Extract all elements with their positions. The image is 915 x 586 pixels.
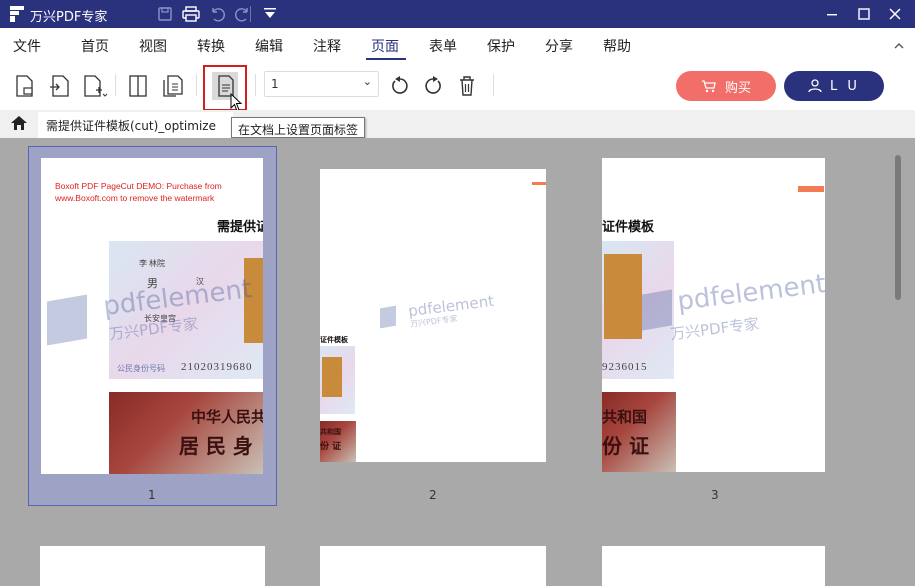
replace-page-icon[interactable] (160, 72, 186, 100)
id-number: 9236015 (602, 361, 648, 373)
id-number: 21020319680 (181, 361, 253, 373)
page-number-3: 3 (711, 488, 719, 502)
save-icon[interactable] (155, 4, 175, 24)
demo-line-2: www.Boxoft.com to remove the watermark (55, 193, 215, 203)
portrait-image (604, 254, 642, 339)
menu-bar: 文件 首页 视图 转换 编辑 注释 页面 表单 保护 分享 帮助 (0, 28, 915, 62)
extract-page-icon[interactable] (46, 72, 72, 100)
watermark-logo-icon (642, 289, 672, 331)
minimize-icon[interactable] (820, 3, 844, 25)
page-select-value: 1 (271, 77, 279, 91)
doc-heading: 需提供证 (217, 220, 263, 235)
page-thumbnail-1[interactable]: Boxoft PDF PageCut DEMO: Purchase from w… (41, 158, 263, 474)
user-account-button[interactable]: L U (784, 71, 884, 101)
orange-tag (798, 186, 824, 192)
chevron-down-icon: ⌄ (362, 75, 372, 88)
print-icon[interactable] (181, 4, 201, 24)
demo-line-1: Boxoft PDF PageCut DEMO: Purchase from (55, 181, 222, 191)
split-page-icon[interactable] (125, 72, 151, 100)
app-logo-icon (10, 6, 24, 22)
id-back-line-1: 中华人民共 (191, 408, 263, 426)
id-name: 李 林院 (139, 259, 165, 268)
document-tab-row: 需提供证件模板(cut)_optimize (0, 110, 915, 138)
rotate-right-icon[interactable] (420, 72, 446, 100)
id-back-line-1: 共和国 (602, 408, 648, 426)
id-back-line-2: 份 证 (602, 434, 649, 458)
title-bar: 万兴PDF专家 (0, 0, 915, 28)
watermark-brand: pdfelement (675, 269, 825, 317)
app-title: 万兴PDF专家 (30, 10, 108, 25)
page-thumbnail-6[interactable] (602, 546, 825, 586)
page-thumbnail-3[interactable]: 证件模板 9236015 pdfelement 万兴PDF专家 共和国 份 证 (602, 158, 825, 472)
buy-label: 购买 (724, 80, 751, 96)
active-menu-underline (366, 58, 406, 60)
menu-form[interactable]: 表单 (429, 36, 457, 56)
maximize-icon[interactable] (852, 3, 876, 25)
quick-access-dropdown-icon[interactable] (262, 5, 278, 23)
insert-page-icon[interactable] (12, 72, 38, 100)
page-number-select[interactable]: 1 ⌄ (264, 71, 379, 97)
doc-heading: 证件模板 (602, 220, 655, 235)
menu-comment[interactable]: 注释 (313, 36, 341, 56)
demo-watermark-text: Boxoft PDF PageCut DEMO: Purchase from w… (55, 180, 222, 204)
undo-icon[interactable] (207, 4, 227, 24)
delete-page-icon[interactable] (454, 72, 480, 100)
user-icon (808, 79, 822, 93)
user-label: L U (830, 78, 860, 94)
watermark-logo-icon (47, 294, 87, 346)
portrait-small-image (322, 357, 342, 397)
doc-heading-small: 证件模板 (320, 336, 348, 344)
add-page-icon[interactable] (82, 72, 108, 100)
orange-tag (532, 182, 546, 185)
menu-protect[interactable]: 保护 (487, 36, 515, 56)
watermark-cn: 万兴PDF专家 (669, 314, 761, 344)
menu-help[interactable]: 帮助 (603, 36, 631, 56)
menu-page[interactable]: 页面 (371, 36, 399, 56)
close-icon[interactable] (883, 3, 907, 25)
menu-convert[interactable]: 转换 (197, 36, 225, 56)
menu-edit[interactable]: 编辑 (255, 36, 283, 56)
cart-icon (701, 80, 716, 93)
vertical-scrollbar[interactable] (895, 155, 901, 300)
menu-share[interactable]: 分享 (545, 36, 573, 56)
rotate-left-icon[interactable] (387, 72, 413, 100)
page-thumbnail-2[interactable]: 证件模板 共和国 份 证 pdfelement 万兴PDF专家 (320, 169, 546, 462)
id-number-label: 公民身份号码 (117, 364, 165, 373)
document-tab[interactable]: 需提供证件模板(cut)_optimize (38, 112, 233, 138)
id-back-line-2: 居 民 身 (179, 434, 253, 458)
id-back-small-line-1: 共和国 (320, 427, 341, 436)
page-number-1: 1 (148, 488, 156, 502)
collapse-ribbon-icon[interactable] (893, 41, 905, 51)
page-thumbnail-5[interactable] (320, 546, 546, 586)
menu-file[interactable]: 文件 (13, 36, 41, 56)
buy-button[interactable]: 购买 (676, 71, 776, 101)
home-icon[interactable] (10, 115, 28, 131)
tooltip: 在文档上设置页面标签 (231, 117, 366, 138)
page-number-2: 2 (429, 488, 437, 502)
id-back-small-line-2: 份 证 (320, 442, 342, 452)
menu-home[interactable]: 首页 (81, 36, 109, 56)
menu-view[interactable]: 视图 (139, 36, 167, 56)
page-thumbnail-4[interactable] (40, 546, 265, 586)
watermark-logo-icon (380, 305, 396, 329)
page-toolbar (0, 62, 915, 110)
